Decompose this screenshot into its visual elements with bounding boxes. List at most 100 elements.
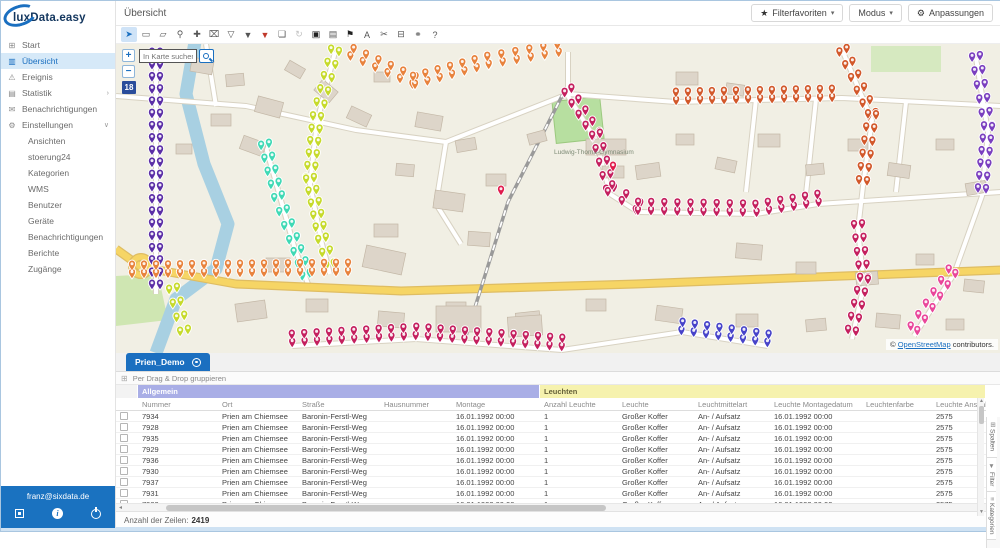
copy-icon[interactable]: ❏ [274,27,290,42]
table-row[interactable]: 7935Prien am ChiemseeBaronin-Ferstl-Weg1… [116,433,986,444]
table-row[interactable]: 7936Prien am ChiemseeBaronin-Ferstl-Weg1… [116,455,986,466]
side-tab-filter[interactable]: ▼Filter [987,458,996,492]
map-search-input[interactable] [139,49,197,63]
export-icon[interactable]: ⚑ [342,27,358,42]
map-pin[interactable] [276,206,283,217]
map-pin[interactable] [176,326,183,337]
row-checkbox[interactable] [120,478,128,486]
filter-remove-icon[interactable]: ▼ [257,27,273,42]
column-header[interactable]: Anzahl Leuchte [540,398,618,410]
map-pin[interactable] [930,287,937,298]
sidebar-item--bersicht[interactable]: ▥Übersicht [1,53,115,69]
pointer-tool-icon[interactable]: ➤ [121,27,137,42]
row-checkbox[interactable] [120,445,128,453]
row-checkbox[interactable] [120,456,128,464]
map-pin[interactable] [261,153,268,164]
row-checkbox[interactable] [120,423,128,431]
filter-edit-icon[interactable]: ▼ [240,27,256,42]
visibility-icon[interactable] [192,358,201,367]
table-row[interactable]: 7931Prien am ChiemseeBaronin-Ferstl-Weg1… [116,488,986,499]
horizontal-scrollbar[interactable]: ◂ ▸ [116,503,986,511]
label-icon[interactable]: A [359,27,375,42]
table-row[interactable]: 7928Prien am ChiemseeBaronin-Ferstl-Weg1… [116,422,986,433]
map-pin[interactable] [497,185,504,196]
table-row[interactable]: 7929Prien am ChiemseeBaronin-Ferstl-Weg1… [116,444,986,455]
polygon-select-icon[interactable]: ▱ [155,27,171,42]
map-pin[interactable] [264,166,271,177]
row-checkbox[interactable] [120,489,128,497]
sidebar-item-statistik[interactable]: ▤Statistik› [1,85,115,101]
modus-button[interactable]: Modus▾ [849,4,902,22]
map-pin[interactable] [907,321,914,332]
vertical-scrollbar[interactable]: ▲ ▼ [977,398,984,516]
map-pin[interactable] [915,309,922,320]
search-button[interactable] [199,49,214,63]
map-pin[interactable] [271,192,278,203]
column-header[interactable]: Leuchtenfarbe [862,398,932,410]
help-icon[interactable]: ? [427,27,443,42]
column-header[interactable]: Hausnummer [380,398,452,410]
rect-select-icon[interactable]: ▭ [138,27,154,42]
info-icon[interactable]: i [52,508,63,519]
row-checkbox[interactable] [120,434,128,442]
side-tab-kategorien[interactable]: ≡Kategorien [987,492,996,540]
clipboard-icon[interactable]: ▤ [325,27,341,42]
move-icon[interactable]: ✚ [189,27,205,42]
band-allgemein[interactable]: Allgemein [138,385,540,398]
fit-extent-icon[interactable]: ▣ [308,27,324,42]
filter-icon[interactable]: ▽ [223,27,239,42]
sidebar-subitem-berichte[interactable]: Berichte [1,245,115,261]
table-row[interactable]: 7930Prien am ChiemseeBaronin-Ferstl-Weg1… [116,466,986,477]
table-row[interactable]: 7937Prien am ChiemseeBaronin-Ferstl-Weg1… [116,477,986,488]
zoom-in-button[interactable]: + [122,49,135,62]
column-header[interactable]: Nummer [138,398,218,410]
map-pin[interactable] [184,324,191,335]
anpassungen-button[interactable]: ⚙Anpassungen [908,4,993,22]
sidebar-subitem-wms[interactable]: WMS [1,181,115,197]
column-header[interactable]: Leuchte [618,398,694,410]
scroll-left-icon[interactable]: ◂ [116,504,125,512]
cut-icon[interactable]: ✂ [376,27,392,42]
sidebar-subitem-ger-te[interactable]: Geräte [1,213,115,229]
filter-favorites-button[interactable]: ★Filterfavoriten▾ [751,4,843,22]
map-pin[interactable] [922,298,929,309]
sidebar-subitem-kategorien[interactable]: Kategorien [1,165,115,181]
row-checkbox[interactable] [120,412,128,420]
map-view[interactable]: + − 18 Ludwig-Thoma-Gymnasium © OpenStre… [116,44,1000,353]
sidebar-item-benachrichtigungen[interactable]: ✉Benachrichtigungen [1,101,115,117]
sidebar-item-ereignis[interactable]: ⚠Ereignis [1,69,115,85]
map-pin[interactable] [181,310,188,321]
sidebar-item-einstellungen[interactable]: ⚙Einstellungen∨ [1,117,115,133]
map-canvas[interactable] [116,44,1000,353]
sidebar-item-start[interactable]: ⊞Start [1,37,115,53]
select-all-header[interactable] [116,398,138,410]
sidebar-subitem-benachrichtigungen[interactable]: Benachrichtigungen [1,229,115,245]
tab-prien-demo[interactable]: Prien_Demo [126,353,210,371]
sidebar-subitem-benutzer[interactable]: Benutzer [1,197,115,213]
table-row[interactable]: 7934Prien am ChiemseeBaronin-Ferstl-Weg1… [116,411,986,422]
group-by-bar[interactable]: ⊞ Per Drag & Drop gruppieren [116,372,1000,385]
band-leuchten[interactable]: Leuchten [540,385,986,398]
scroll-up-icon[interactable]: ▲ [978,398,985,405]
delete-icon[interactable]: ⌧ [206,27,222,42]
scroll-down-icon[interactable]: ▼ [978,509,985,516]
sidebar-subitem-ansichten[interactable]: Ansichten [1,133,115,149]
link-icon[interactable]: ⚭ [410,27,426,42]
side-tab-spalten[interactable]: ⊞Spalten [987,417,997,458]
add-marker-icon[interactable]: ⚲ [172,27,188,42]
row-checkbox[interactable] [120,467,128,475]
sidebar-subitem-zug-nge[interactable]: Zugänge [1,261,115,277]
app-switch-icon[interactable] [15,509,24,518]
column-header[interactable]: Ort [218,398,298,410]
refresh-icon[interactable]: ↻ [291,27,307,42]
map-pin[interactable] [267,179,274,190]
print-icon[interactable]: ⊟ [393,27,409,42]
sidebar-subitem-stoerung24[interactable]: stoerung24 [1,149,115,165]
zoom-out-button[interactable]: − [122,65,135,78]
column-header[interactable]: Leuchtmittelart [694,398,770,410]
osm-link[interactable]: OpenStreetMap [898,340,951,349]
column-header[interactable]: Leuchte Montagedatum [770,398,862,410]
column-header[interactable]: Straße [298,398,380,410]
logout-icon[interactable] [91,509,101,519]
map-pin[interactable] [165,284,172,295]
